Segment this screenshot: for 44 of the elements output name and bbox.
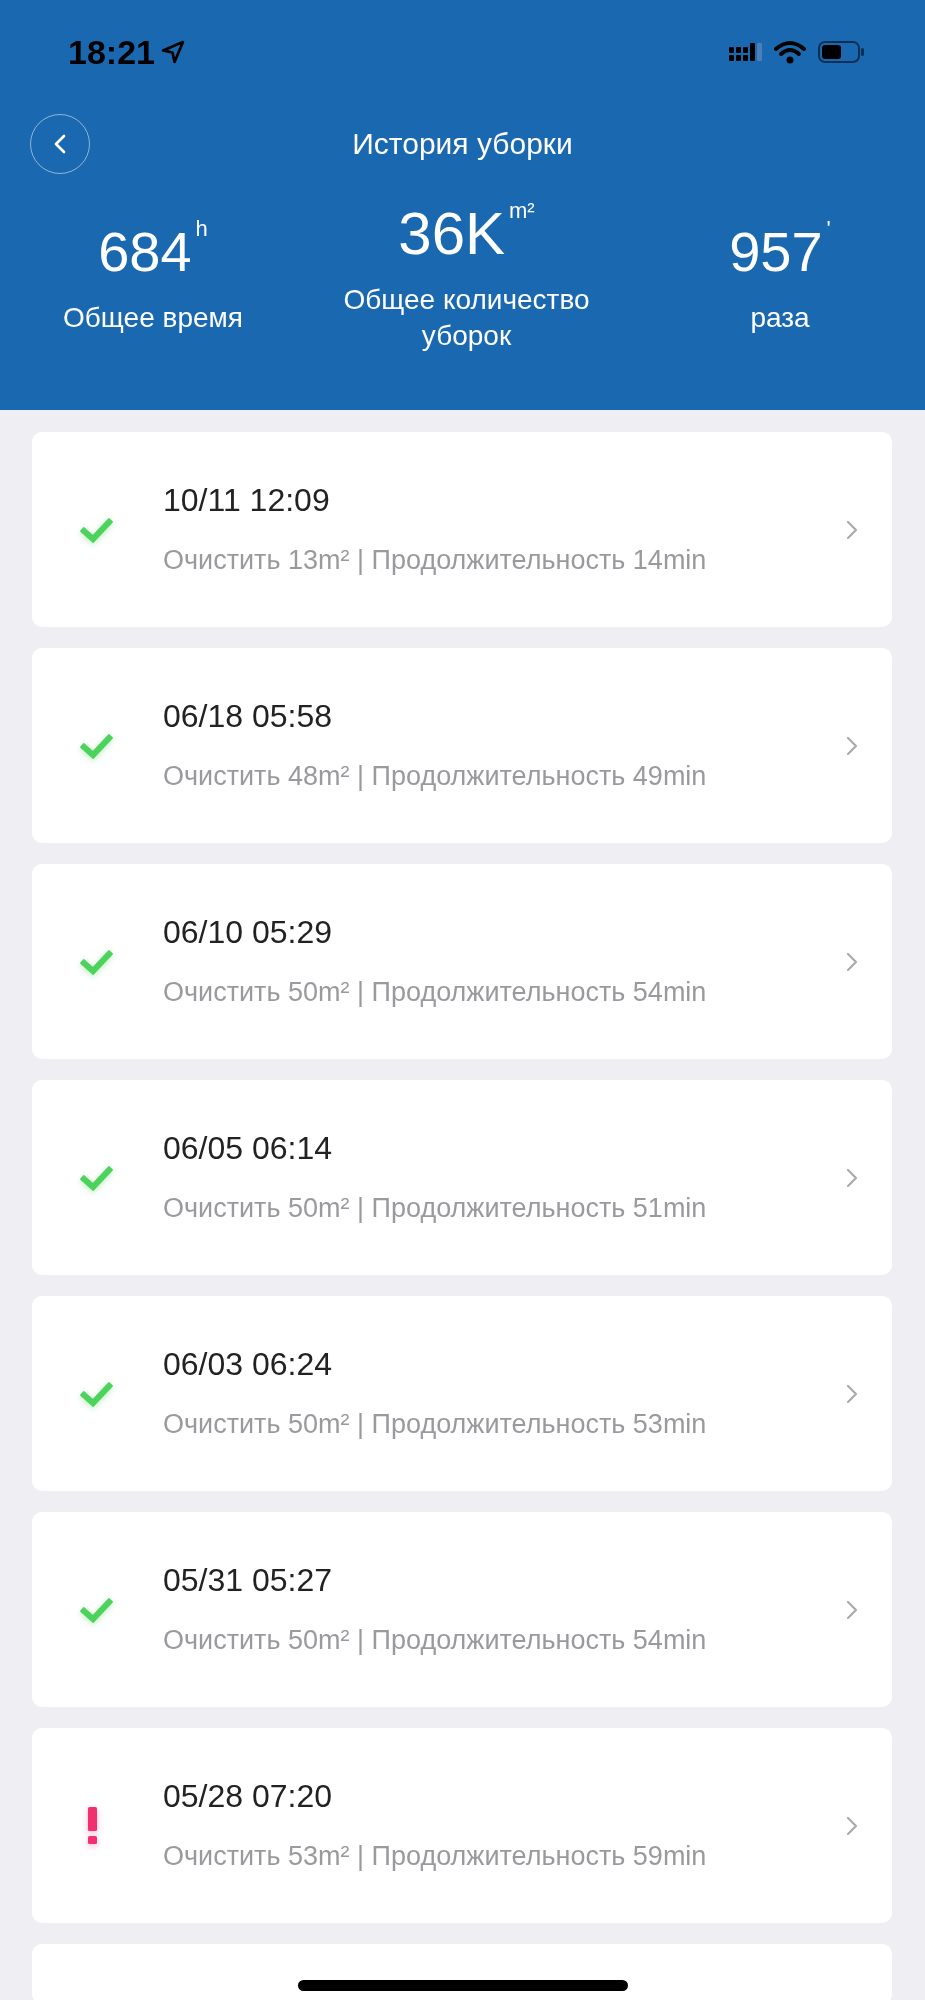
chevron-right-icon (846, 1599, 858, 1620)
record-date: 06/05 06:14 (163, 1128, 334, 1168)
chevron-right-icon (846, 951, 858, 972)
chevron-right-icon (846, 735, 858, 756)
chevron-right-icon (846, 1167, 858, 1188)
status-time: 18:21 (68, 32, 155, 72)
record-details: Очистить 48m² | Продолжительность 49min (163, 759, 708, 793)
page-title: История уборки (352, 127, 573, 161)
wifi-icon (774, 40, 806, 64)
record-details: Очистить 13m² | Продолжительность 14min (163, 543, 708, 577)
chevron-right-icon (846, 1383, 858, 1404)
record-date: 05/31 05:27 (163, 1560, 334, 1600)
record-date: 05/28 07:20 (163, 1776, 334, 1816)
stat-value: 957 (729, 219, 823, 285)
unit-label: m² (509, 198, 535, 224)
record-details: Очистить 50m² | Продолжительность 51min (163, 1191, 708, 1225)
record-date: 06/18 05:58 (163, 696, 334, 736)
stat-label: Общее количество уборок (342, 283, 591, 353)
history-card[interactable]: 06/05 06:14 Очистить 50m² | Продолжительность 51min (32, 1080, 892, 1275)
chevron-right-icon (846, 519, 858, 540)
record-date: 06/10 05:29 (163, 912, 334, 952)
record-details: Очистить 53m² | Продолжительность 59min (163, 1839, 708, 1873)
history-card[interactable]: 05/31 05:27 Очистить 50m² | Продолжительность 54min (32, 1512, 892, 1707)
signal-icon (729, 43, 762, 61)
unit-label: ' (826, 216, 831, 242)
history-card[interactable]: 10/11 12:09 Очистить 13m² | Продолжительность 14min (32, 432, 892, 627)
record-details: Очистить 50m² | Продолжительность 53min (163, 1407, 708, 1441)
chevron-right-icon (846, 1815, 858, 1836)
history-card[interactable]: 06/03 06:24 Очистить 50m² | Продолжительность 53min (32, 1296, 892, 1491)
record-date: 10/11 12:09 (163, 480, 331, 520)
location-arrow-icon (160, 40, 185, 64)
stat-label: раза (749, 301, 811, 335)
record-details: Очистить 50m² | Продолжительность 54min (163, 975, 708, 1009)
stat-label: Общее время (62, 301, 244, 335)
record-details: Очистить 50m² | Продолжительность 54min (163, 1623, 708, 1657)
stat-value: 684 (98, 219, 192, 285)
battery-icon (818, 41, 865, 63)
history-card[interactable]: 06/10 05:29 Очистить 50m² | Продолжительность 54min (32, 864, 892, 1059)
history-card[interactable]: 06/18 05:58 Очистить 48m² | Продолжительность 49min (32, 648, 892, 843)
unit-label: h (195, 216, 208, 242)
history-card[interactable]: 05/28 07:20 Очистить 53m² | Продолжительность 59min (32, 1728, 892, 1923)
stat-value: 36K (398, 199, 506, 269)
exclamation-icon (86, 1807, 99, 1844)
record-date: 06/03 06:24 (163, 1344, 334, 1384)
